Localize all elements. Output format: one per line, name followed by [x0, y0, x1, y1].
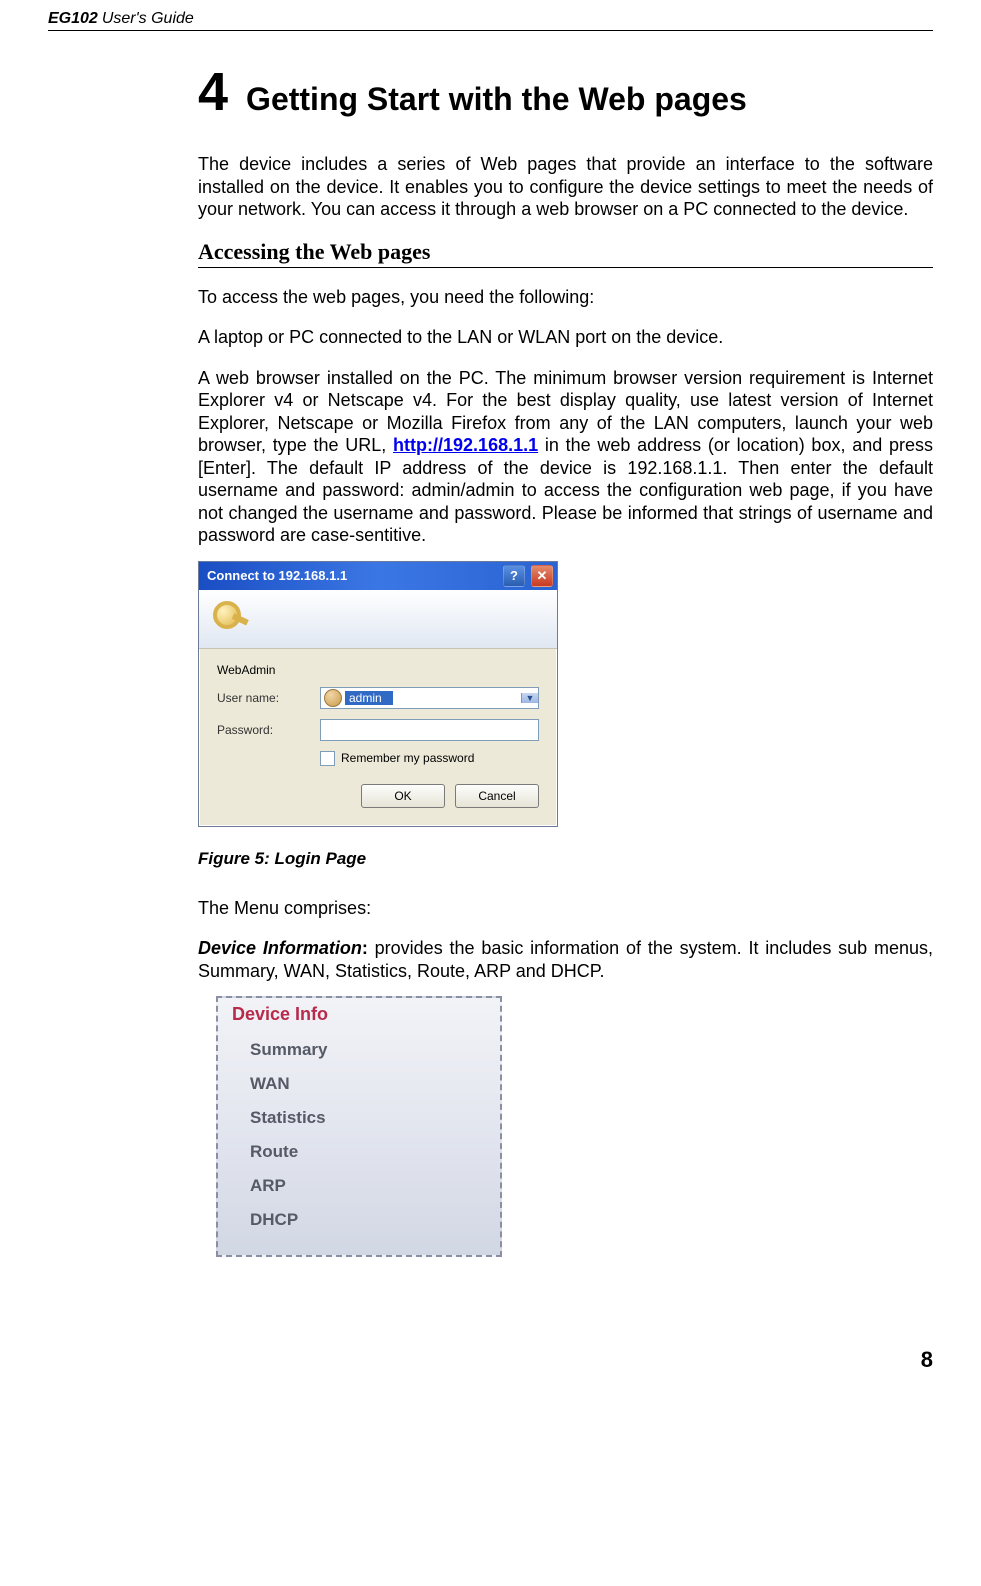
cancel-button[interactable]: Cancel: [455, 784, 539, 808]
menu-item-summary[interactable]: Summary: [232, 1033, 490, 1067]
menu-item-arp[interactable]: ARP: [232, 1169, 490, 1203]
menu-item-dhcp[interactable]: DHCP: [232, 1203, 490, 1237]
access-prereq-laptop: A laptop or PC connected to the LAN or W…: [198, 326, 933, 349]
login-dialog: Connect to 192.168.1.1 ? ✕ WebAdmin User…: [198, 561, 558, 827]
dialog-banner: [199, 590, 557, 649]
dialog-titlebar: Connect to 192.168.1.1 ? ✕: [199, 562, 557, 590]
realm-label: WebAdmin: [217, 663, 275, 677]
dialog-buttons: OK Cancel: [217, 784, 539, 808]
password-row: Password:: [217, 719, 539, 741]
username-row: User name: admin ▼: [217, 687, 539, 709]
content-area: 4 Getting Start with the Web pages The d…: [48, 61, 933, 1257]
device-info-title[interactable]: Device Info: [232, 1004, 490, 1025]
menu-item-wan[interactable]: WAN: [232, 1067, 490, 1101]
remember-checkbox[interactable]: [320, 751, 335, 766]
chapter-title: 4 Getting Start with the Web pages: [198, 61, 933, 123]
chapter-number: 4: [198, 61, 228, 123]
remember-row[interactable]: Remember my password: [320, 751, 539, 766]
chapter-heading: Getting Start with the Web pages: [246, 81, 747, 118]
password-field[interactable]: [321, 723, 538, 737]
keys-icon: [211, 599, 251, 639]
access-prereq-intro: To access the web pages, you need the fo…: [198, 286, 933, 309]
close-icon[interactable]: ✕: [531, 565, 553, 587]
password-label: Password:: [217, 723, 312, 737]
product-name: EG102: [48, 10, 98, 28]
password-input[interactable]: [320, 719, 539, 741]
device-info-menu: Device Info Summary WAN Statistics Route…: [216, 996, 502, 1257]
document-header: EG102 User's Guide: [48, 10, 933, 31]
username-combo[interactable]: admin ▼: [320, 687, 539, 709]
dialog-body: WebAdmin User name: admin ▼ Password:: [199, 649, 557, 826]
menu-item-statistics[interactable]: Statistics: [232, 1101, 490, 1135]
ok-button[interactable]: OK: [361, 784, 445, 808]
page: EG102 User's Guide 4 Getting Start with …: [0, 0, 981, 1403]
page-number: 8: [48, 1347, 933, 1373]
section-heading: Accessing the Web pages: [198, 239, 933, 268]
user-icon: [324, 689, 342, 707]
device-info-paragraph: Device Information: provides the basic i…: [198, 937, 933, 982]
intro-paragraph: The device includes a series of Web page…: [198, 153, 933, 221]
router-url-link[interactable]: http://192.168.1.1: [393, 435, 538, 455]
username-label: User name:: [217, 691, 312, 705]
realm-row: WebAdmin: [217, 663, 539, 677]
dialog-title-text: Connect to 192.168.1.1: [207, 568, 497, 583]
username-value: admin: [345, 691, 393, 705]
figure-caption: Figure 5: Login Page: [198, 849, 933, 869]
remember-label: Remember my password: [341, 751, 474, 765]
guide-label: User's Guide: [102, 10, 194, 28]
help-icon[interactable]: ?: [503, 565, 525, 587]
menu-item-route[interactable]: Route: [232, 1135, 490, 1169]
chevron-down-icon[interactable]: ▼: [521, 693, 538, 703]
menu-intro: The Menu comprises:: [198, 897, 933, 920]
device-info-label: Device Information: [198, 938, 362, 958]
access-prereq-browser: A web browser installed on the PC. The m…: [198, 367, 933, 547]
